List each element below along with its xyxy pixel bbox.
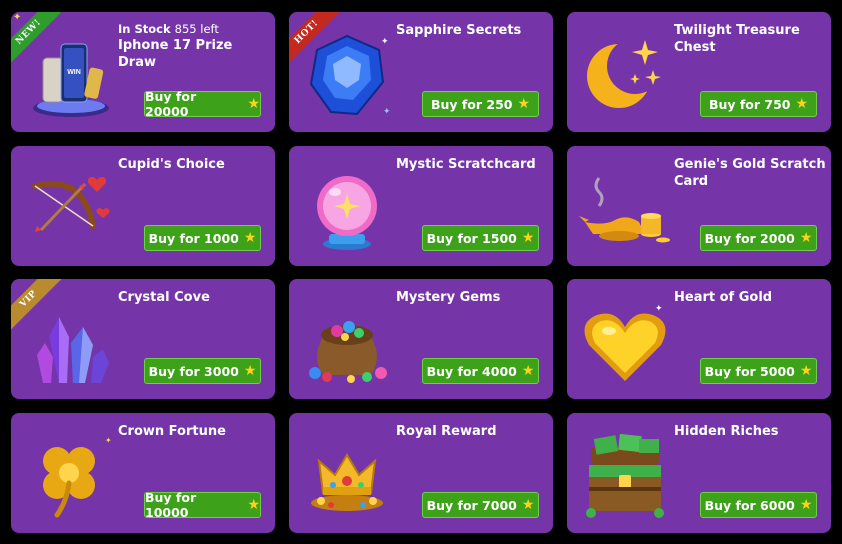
stock-status: In Stock 855 left <box>118 22 270 37</box>
card-title-text: Iphone 17 Prize Draw <box>118 38 233 70</box>
gold-heart-icon: ✦ <box>579 297 671 389</box>
buy-label: Buy for 20000 <box>145 89 197 119</box>
buy-button[interactable]: Buy for 10000 ★ <box>144 490 261 520</box>
buy-button[interactable]: Buy for 2000 ★ <box>700 225 817 251</box>
star-icon: ★ <box>521 363 535 379</box>
star-icon: ★ <box>517 96 531 112</box>
shop-card-twilight: Twilight Treasure Chest Buy for 750 ★ <box>567 12 831 132</box>
card-title: Hidden Riches <box>674 424 779 439</box>
star-icon: ★ <box>799 363 813 379</box>
shop-card-mystery-gems: Mystery Gems Buy for 4000 ★ <box>289 279 553 399</box>
card-title: Mystery Gems <box>396 290 501 305</box>
shop-card-crystal-cove: VIP Crystal Cove Buy for 3000 ★ <box>11 279 275 399</box>
buy-label: Buy for 10000 <box>145 490 197 520</box>
star-icon: ★ <box>521 497 535 513</box>
buy-button[interactable]: Buy for 5000 ★ <box>700 358 817 384</box>
buy-label: Buy for 250 <box>430 96 513 112</box>
buy-button[interactable]: Buy for 3000 ★ <box>144 358 261 384</box>
genie-lamp-icon <box>579 164 671 256</box>
treasure-chest-icon <box>579 431 671 523</box>
star-icon: ★ <box>795 96 809 112</box>
card-title: Genie's Gold Scratch Card <box>674 157 826 189</box>
star-icon: ★ <box>247 96 260 112</box>
buy-button[interactable]: Buy for 6000 ★ <box>700 492 817 518</box>
shop-card-mystic: Mystic Scratchcard Buy for 1500 ★ <box>289 146 553 266</box>
svg-text:✦: ✦ <box>383 107 391 117</box>
shop-card-heart-of-gold: ✦ Heart of Gold Buy for 5000 ★ <box>567 279 831 399</box>
gold-clover-icon: ✦ <box>23 431 115 523</box>
svg-text:WIN: WIN <box>67 69 81 76</box>
sparkle-icon: ✦ <box>13 12 22 23</box>
buy-button[interactable]: Buy for 20000 ★ <box>144 89 261 119</box>
buy-button[interactable]: Buy for 250 ★ <box>422 91 539 117</box>
crystal-ball-icon <box>301 164 393 256</box>
star-icon: ★ <box>799 230 813 246</box>
iphone-prize-icon: WIN <box>23 30 115 122</box>
star-icon: ★ <box>247 497 260 513</box>
buy-label: Buy for 7000 <box>426 497 517 513</box>
card-title: Royal Reward <box>396 424 497 439</box>
card-title: In Stock 855 left Iphone 17 Prize Draw <box>118 22 270 71</box>
shop-grid: WIN NEW! ✦ In Stock 855 left Iphone 17 P… <box>0 0 842 544</box>
shop-card-iphone: WIN NEW! ✦ In Stock 855 left Iphone 17 P… <box>11 12 275 132</box>
buy-label: Buy for 5000 <box>704 363 795 379</box>
gem-sack-icon <box>301 297 393 389</box>
svg-text:✦: ✦ <box>381 37 389 47</box>
sapphire-gem-icon: ✦ ✦ <box>301 30 393 122</box>
shop-card-genie: Genie's Gold Scratch Card Buy for 2000 ★ <box>567 146 831 266</box>
shop-card-royal-reward: Royal Reward Buy for 7000 ★ <box>289 413 553 533</box>
buy-label: Buy for 2000 <box>704 230 795 246</box>
buy-button[interactable]: Buy for 1000 ★ <box>144 225 261 251</box>
stock-label: In Stock <box>118 22 171 36</box>
buy-button[interactable]: Buy for 750 ★ <box>700 91 817 117</box>
buy-button[interactable]: Buy for 1500 ★ <box>422 225 539 251</box>
star-icon: ★ <box>521 230 535 246</box>
buy-label: Buy for 1500 <box>426 230 517 246</box>
buy-button[interactable]: Buy for 7000 ★ <box>422 492 539 518</box>
buy-label: Buy for 1000 <box>148 230 239 246</box>
svg-text:✦: ✦ <box>105 436 112 445</box>
buy-button[interactable]: Buy for 4000 ★ <box>422 358 539 384</box>
stock-count: 855 left <box>174 22 219 36</box>
star-icon: ★ <box>243 363 257 379</box>
card-title: Cupid's Choice <box>118 157 225 172</box>
buy-label: Buy for 3000 <box>148 363 239 379</box>
shop-card-crown-fortune: ✦ Crown Fortune Buy for 10000 ★ <box>11 413 275 533</box>
star-icon: ★ <box>243 230 257 246</box>
star-icon: ★ <box>799 497 813 513</box>
card-title: Twilight Treasure Chest <box>674 23 800 55</box>
card-title: Sapphire Secrets <box>396 23 522 38</box>
buy-label: Buy for 4000 <box>426 363 517 379</box>
card-title: Crown Fortune <box>118 424 226 439</box>
shop-card-hidden-riches: Hidden Riches Buy for 6000 ★ <box>567 413 831 533</box>
shop-card-cupid: Cupid's Choice Buy for 1000 ★ <box>11 146 275 266</box>
crescent-moon-icon <box>579 30 671 122</box>
bow-arrow-icon <box>23 164 115 256</box>
card-title: Heart of Gold <box>674 290 773 305</box>
shop-card-sapphire: ✦ ✦ HOT! Sapphire Secrets Buy for 250 ★ <box>289 12 553 132</box>
buy-label: Buy for 6000 <box>704 497 795 513</box>
card-title: Crystal Cove <box>118 290 210 305</box>
buy-label: Buy for 750 <box>708 96 791 112</box>
card-title: Mystic Scratchcard <box>396 157 536 172</box>
svg-text:✦: ✦ <box>655 304 663 314</box>
crown-icon <box>301 431 393 523</box>
crystal-cluster-icon <box>23 297 115 389</box>
